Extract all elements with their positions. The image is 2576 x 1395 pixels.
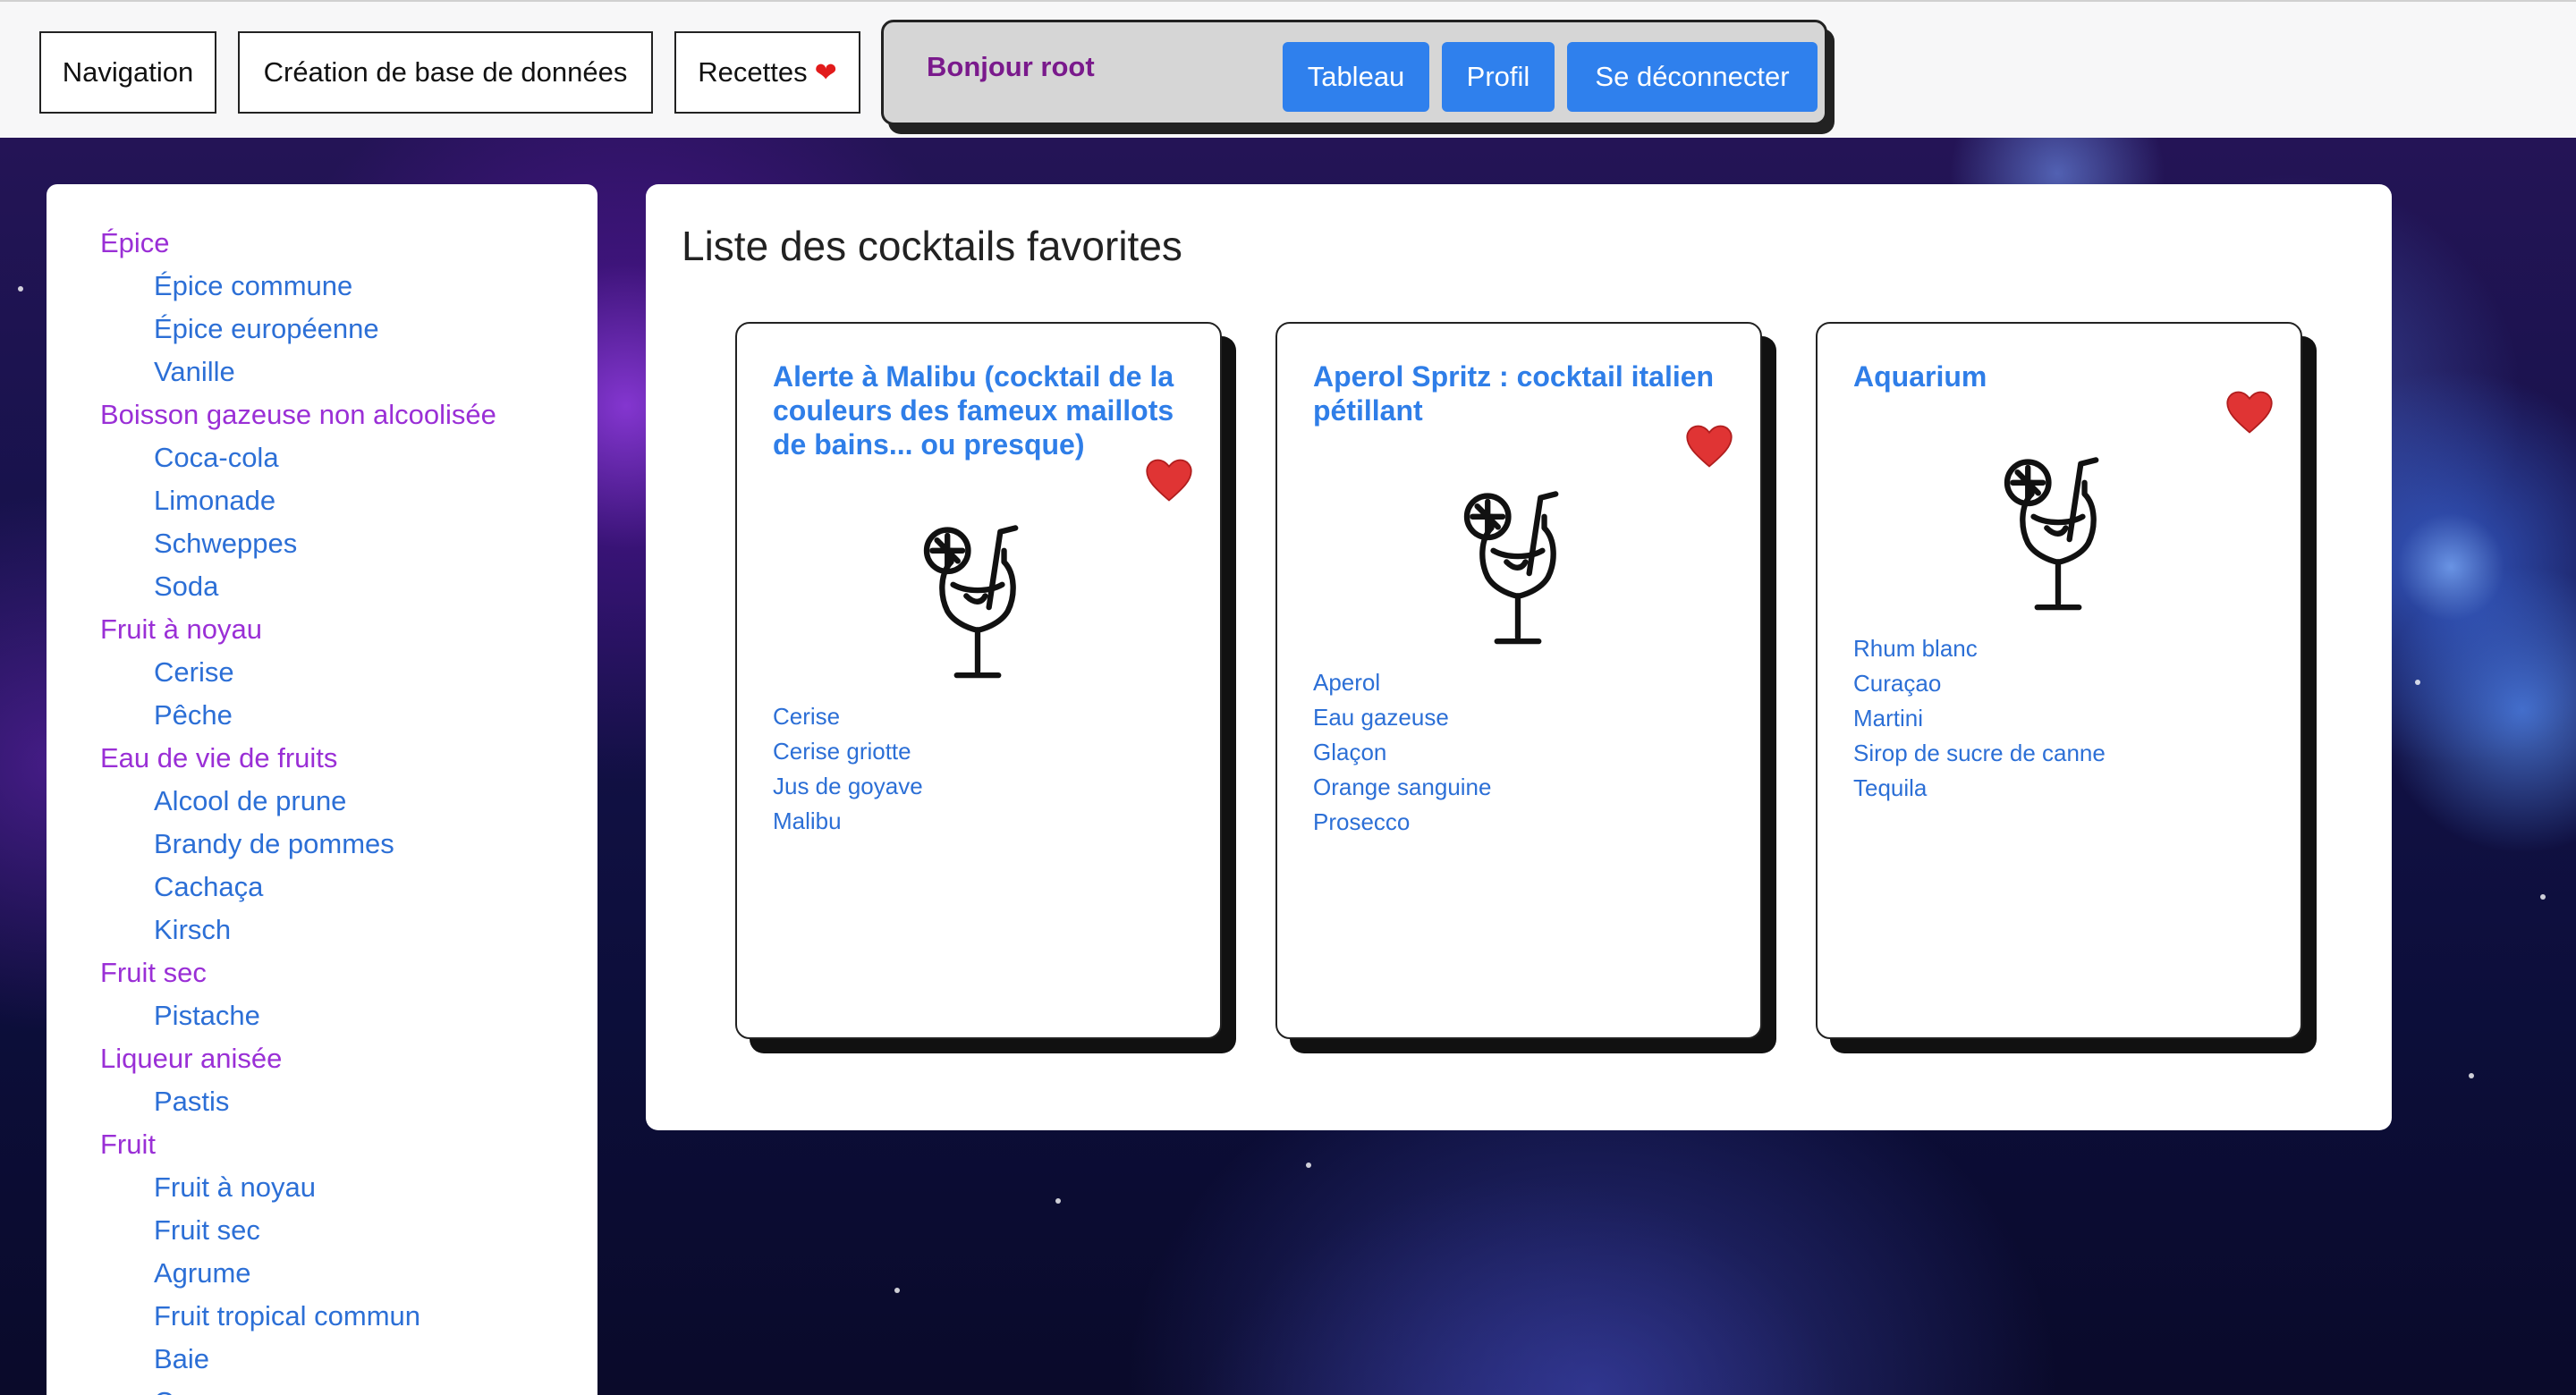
sidebar-subcategory[interactable]: Cachaça bbox=[154, 871, 263, 903]
sidebar-category[interactable]: Fruit à noyau bbox=[100, 613, 262, 646]
sidebar-category[interactable]: Fruit sec bbox=[100, 957, 207, 989]
favorites-panel: Liste des cocktails favorites Alerte à M… bbox=[646, 184, 2392, 1130]
sidebar-subcategory[interactable]: Brandy de pommes bbox=[154, 828, 394, 860]
tableau-button[interactable]: Tableau bbox=[1283, 42, 1429, 112]
heart-icon[interactable] bbox=[1145, 458, 1193, 503]
sidebar-subcategory[interactable]: Épice commune bbox=[154, 270, 352, 302]
sidebar-category[interactable]: Fruit bbox=[100, 1129, 156, 1161]
sidebar-subcategory[interactable]: Agrume bbox=[154, 1257, 251, 1289]
ingredient-item: Martini bbox=[1853, 705, 1924, 731]
nav-navigation-button[interactable]: Navigation bbox=[39, 31, 216, 114]
ingredient-item: Sirop de sucre de canne bbox=[1853, 740, 2106, 766]
top-navbar: Navigation Création de base de données R… bbox=[0, 0, 2576, 138]
ingredient-item: Jus de goyave bbox=[773, 773, 923, 799]
sidebar-category[interactable]: Eau de vie de fruits bbox=[100, 742, 337, 774]
sidebar-subcategory[interactable]: Fruit à noyau bbox=[154, 1171, 316, 1204]
ingredient-item: Malibu bbox=[773, 807, 842, 834]
ingredient-item: Cerise griotte bbox=[773, 738, 911, 765]
sidebar-subcategory[interactable]: Pastis bbox=[154, 1086, 229, 1118]
nav-navigation-label: Navigation bbox=[62, 56, 194, 88]
sidebar-subcategory[interactable]: Vanille bbox=[154, 356, 235, 388]
sidebar-subcategory[interactable]: Schweppes bbox=[154, 528, 297, 560]
ingredient-item: Aperol bbox=[1313, 669, 1381, 696]
sidebar-subcategory[interactable]: Alcool de prune bbox=[154, 785, 346, 817]
cocktail-glass-icon bbox=[923, 525, 1019, 679]
cocktail-glass-icon bbox=[1463, 491, 1559, 645]
nav-recettes-label: Recettes bbox=[698, 56, 808, 88]
cocktail-card[interactable]: Aperol Spritz : cocktail italien pétilla… bbox=[1275, 322, 1762, 1039]
heart-icon[interactable] bbox=[2225, 390, 2274, 435]
sidebar-category[interactable]: Épice bbox=[100, 227, 170, 259]
ingredient-item: Cerise bbox=[773, 703, 841, 730]
nav-recettes-button[interactable]: Recettes ❤ bbox=[674, 31, 860, 114]
sidebar-subcategory[interactable]: Fruit tropical commun bbox=[154, 1300, 420, 1332]
heart-icon[interactable] bbox=[1685, 424, 1733, 469]
cocktail-card[interactable]: Alerte à Malibu (cocktail de la couleurs… bbox=[735, 322, 1222, 1039]
sidebar-subcategory[interactable]: Baie bbox=[154, 1343, 209, 1375]
nav-creation-db-button[interactable]: Création de base de données bbox=[238, 31, 653, 114]
ingredient-item: Rhum blanc bbox=[1853, 635, 1978, 662]
sidebar-subcategory[interactable]: Kirsch bbox=[154, 914, 231, 946]
cocktail-card[interactable]: Aquarium Rhum blanc Curaçao Martini Siro… bbox=[1816, 322, 2302, 1039]
sidebar-subcategory[interactable]: Pêche bbox=[154, 699, 233, 731]
user-panel: Bonjour root Tableau Profil Se déconnect… bbox=[881, 20, 1827, 125]
ingredient-item: Curaçao bbox=[1853, 670, 1942, 697]
sidebar-subcategory[interactable]: Courge bbox=[154, 1386, 245, 1395]
cocktail-title[interactable]: Aquarium bbox=[1853, 359, 2274, 393]
user-greeting: Bonjour root bbox=[927, 51, 1095, 82]
profil-button[interactable]: Profil bbox=[1442, 42, 1555, 112]
ingredient-sidebar: Épice Épice commune Épice européenne Vanill… bbox=[47, 184, 597, 1395]
heart-icon: ❤ bbox=[814, 57, 837, 88]
sidebar-subcategory[interactable]: Soda bbox=[154, 571, 218, 603]
ingredient-item: Glaçon bbox=[1313, 739, 1387, 765]
ingredient-item: Tequila bbox=[1853, 774, 1928, 801]
nav-creation-label: Création de base de données bbox=[263, 56, 628, 88]
cocktail-title[interactable]: Aperol Spritz : cocktail italien pétilla… bbox=[1313, 359, 1733, 427]
sidebar-subcategory[interactable]: Limonade bbox=[154, 485, 275, 517]
ingredient-item: Prosecco bbox=[1313, 808, 1411, 835]
page-title: Liste des cocktails favorites bbox=[682, 223, 1182, 269]
sidebar-subcategory[interactable]: Cerise bbox=[154, 656, 234, 689]
logout-button[interactable]: Se déconnecter bbox=[1567, 42, 1818, 112]
sidebar-category[interactable]: Boisson gazeuse non alcoolisée bbox=[100, 399, 496, 431]
cocktail-glass-icon bbox=[2004, 457, 2099, 611]
sidebar-subcategory[interactable]: Épice européenne bbox=[154, 313, 379, 345]
cocktail-title[interactable]: Alerte à Malibu (cocktail de la couleurs… bbox=[773, 359, 1193, 461]
sidebar-subcategory[interactable]: Pistache bbox=[154, 1000, 260, 1032]
ingredient-item: Eau gazeuse bbox=[1313, 704, 1449, 731]
sidebar-subcategory[interactable]: Coca-cola bbox=[154, 442, 279, 474]
sidebar-category[interactable]: Liqueur anisée bbox=[100, 1043, 282, 1075]
ingredient-item: Orange sanguine bbox=[1313, 774, 1492, 800]
sidebar-subcategory[interactable]: Fruit sec bbox=[154, 1214, 260, 1247]
